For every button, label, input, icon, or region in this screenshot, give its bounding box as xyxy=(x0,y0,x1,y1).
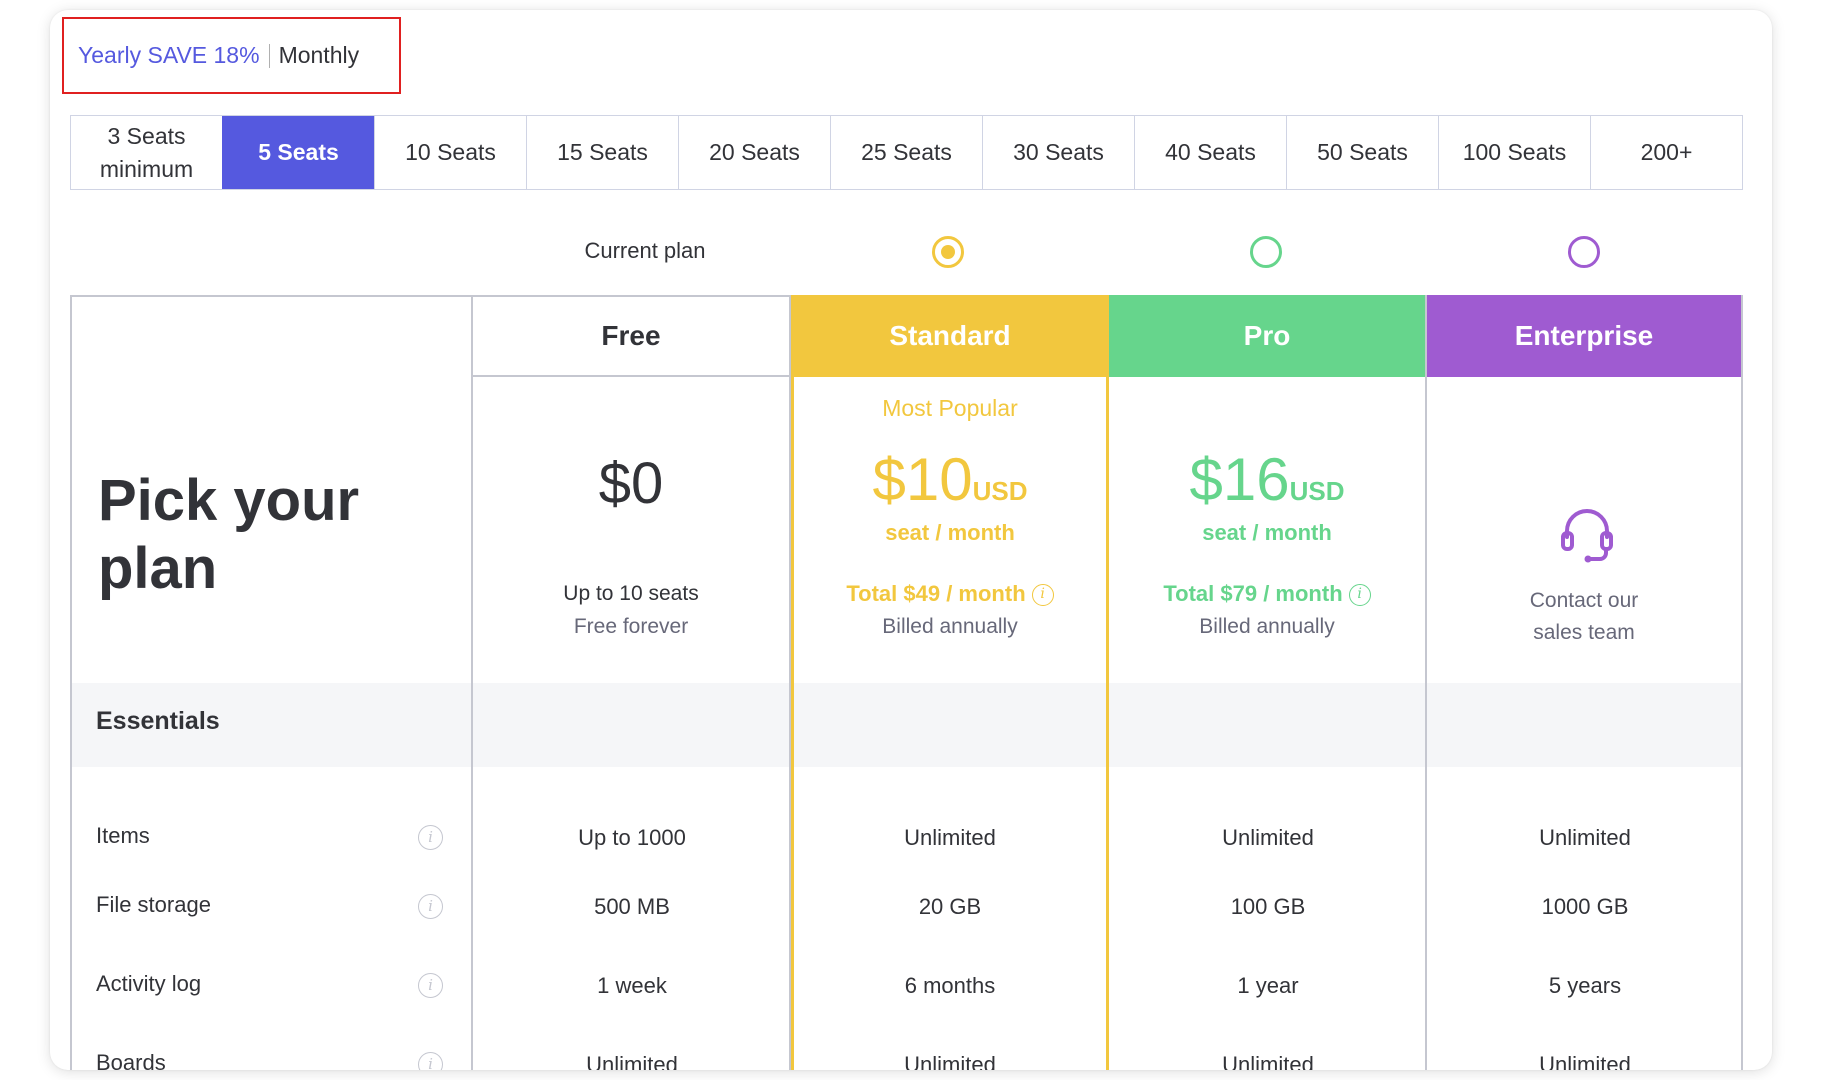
pricing-card: Yearly SAVE 18% Monthly 3 Seats minimum … xyxy=(50,10,1772,1070)
contact-line: sales team xyxy=(1533,620,1635,644)
plan-header-pro: Pro xyxy=(1109,295,1425,377)
seat-option-label: 50 Seats xyxy=(1317,139,1408,166)
plan-seats-limit: Up to 10 seats xyxy=(563,582,699,605)
feature-value-standard: 20 GB xyxy=(918,894,982,919)
plan-price-pro: $16USD xyxy=(1109,445,1425,514)
plan-column-free: Free $0 Up to 10 seats Free forever xyxy=(473,295,791,1070)
info-icon[interactable]: i xyxy=(418,825,443,850)
essentials-heading: Essentials xyxy=(96,707,220,735)
plan-price-free: $0 xyxy=(598,451,664,516)
plan-column-pro: Pro $16USD seat / month Total $79 / mont… xyxy=(1109,295,1427,1070)
feature-value-standard: 6 months xyxy=(904,973,996,998)
price-amount: $16 xyxy=(1189,446,1290,513)
info-icon[interactable]: i xyxy=(418,1052,443,1070)
plan-radio-pro[interactable] xyxy=(1250,236,1282,268)
feature-value-pro: 100 GB xyxy=(1230,894,1306,919)
feature-value-free: 1 week xyxy=(597,973,667,998)
feature-label: Items xyxy=(96,823,150,848)
seat-option-label: 20 Seats xyxy=(709,139,800,166)
plan-radio-standard[interactable] xyxy=(932,236,964,268)
seat-option-200-plus[interactable]: 200+ xyxy=(1590,116,1742,189)
price-total-text: Total $49 / month xyxy=(846,581,1026,606)
info-icon[interactable]: i xyxy=(418,894,443,919)
pricing-grid: Pick your plan Essentials Free $0 Up to … xyxy=(70,295,1743,1070)
feature-label-column: Pick your plan xyxy=(70,295,473,1070)
contact-line: Contact our xyxy=(1529,589,1639,612)
price-currency: USD xyxy=(1289,476,1345,506)
seat-option-40[interactable]: 40 Seats xyxy=(1134,116,1286,189)
current-plan-label: Current plan xyxy=(584,238,706,263)
seat-option-50[interactable]: 50 Seats xyxy=(1286,116,1438,189)
price-total: Total $79 / month i xyxy=(1109,581,1425,607)
seat-option-label: 3 Seats xyxy=(107,123,186,150)
seat-option-label: 100 Seats xyxy=(1462,139,1567,166)
billing-yearly-option[interactable]: Yearly SAVE 18% xyxy=(78,42,260,69)
feature-value-pro: Unlimited xyxy=(1222,1052,1314,1070)
price-total: Total $49 / month i xyxy=(794,581,1106,607)
feature-value-enterprise: Unlimited xyxy=(1539,1052,1631,1070)
page-title-text: Pick your plan xyxy=(98,468,360,601)
billing-note: Billed annually xyxy=(882,615,1018,638)
feature-value-free: 500 MB xyxy=(594,894,670,919)
plan-column-standard: Standard Most Popular $10USD seat / mont… xyxy=(791,295,1109,1070)
headset-icon xyxy=(1561,509,1613,563)
seat-option-5[interactable]: 5 Seats xyxy=(222,116,374,189)
plan-header-enterprise: Enterprise xyxy=(1427,295,1741,377)
plan-price-standard: $10USD xyxy=(794,445,1106,514)
feature-value-pro: 1 year xyxy=(1237,973,1299,998)
feature-value-enterprise: Unlimited xyxy=(1539,825,1631,850)
seat-option-label: 10 Seats xyxy=(405,139,496,166)
price-amount: $10 xyxy=(872,446,973,513)
feature-value-enterprise: 1000 GB xyxy=(1541,894,1629,919)
seat-option-20[interactable]: 20 Seats xyxy=(678,116,830,189)
most-popular-badge: Most Popular xyxy=(882,395,1018,421)
page-title: Pick your plan xyxy=(98,467,398,603)
price-per-seat: seat / month xyxy=(1202,520,1332,545)
seat-option-label: 30 Seats xyxy=(1013,139,1104,166)
feature-value-pro: Unlimited xyxy=(1222,825,1314,850)
seat-selector: 3 Seats minimum 5 Seats 10 Seats 15 Seat… xyxy=(70,115,1743,190)
billing-toggle: Yearly SAVE 18% Monthly xyxy=(62,17,401,94)
feature-label: Boards xyxy=(96,1050,166,1070)
feature-value-enterprise: 5 years xyxy=(1548,973,1622,998)
price-total-text: Total $79 / month xyxy=(1163,581,1343,606)
price-currency: USD xyxy=(972,476,1028,506)
feature-value-standard: Unlimited xyxy=(904,1052,996,1070)
plan-radio-enterprise[interactable] xyxy=(1568,236,1600,268)
price-per-seat: seat / month xyxy=(885,520,1015,545)
feature-value-standard: Unlimited xyxy=(904,825,996,850)
seat-option-sublabel: minimum xyxy=(99,155,194,182)
feature-label: Activity log xyxy=(96,971,202,996)
plan-column-enterprise: Enterprise Contact our sales team xyxy=(1427,295,1743,1070)
seat-option-3[interactable]: 3 Seats minimum xyxy=(71,116,222,189)
seat-option-15[interactable]: 15 Seats xyxy=(526,116,678,189)
seat-option-100[interactable]: 100 Seats xyxy=(1438,116,1590,189)
seat-option-10[interactable]: 10 Seats xyxy=(374,116,526,189)
info-icon[interactable]: i xyxy=(418,973,443,998)
feature-value-free: Up to 1000 xyxy=(578,825,686,850)
plan-header-standard: Standard xyxy=(794,295,1106,377)
seat-option-label: 15 Seats xyxy=(557,139,648,166)
billing-divider xyxy=(268,43,270,68)
billing-monthly-option[interactable]: Monthly xyxy=(279,42,360,69)
seat-option-25[interactable]: 25 Seats xyxy=(830,116,982,189)
feature-value-free: Unlimited xyxy=(586,1052,678,1070)
seat-option-label: 5 Seats xyxy=(258,139,339,166)
info-icon[interactable]: i xyxy=(1031,584,1054,607)
info-icon[interactable]: i xyxy=(1348,584,1371,607)
plan-header-free: Free xyxy=(473,295,789,377)
plan-free-forever: Free forever xyxy=(573,615,689,638)
seat-option-label: 25 Seats xyxy=(861,139,952,166)
seat-option-label: 40 Seats xyxy=(1165,139,1256,166)
seat-option-label: 200+ xyxy=(1640,139,1693,166)
billing-note: Billed annually xyxy=(1199,615,1335,638)
contact-sales-text: Contact our sales team xyxy=(1427,585,1741,648)
feature-label: File storage xyxy=(96,892,211,917)
seat-option-30[interactable]: 30 Seats xyxy=(982,116,1134,189)
